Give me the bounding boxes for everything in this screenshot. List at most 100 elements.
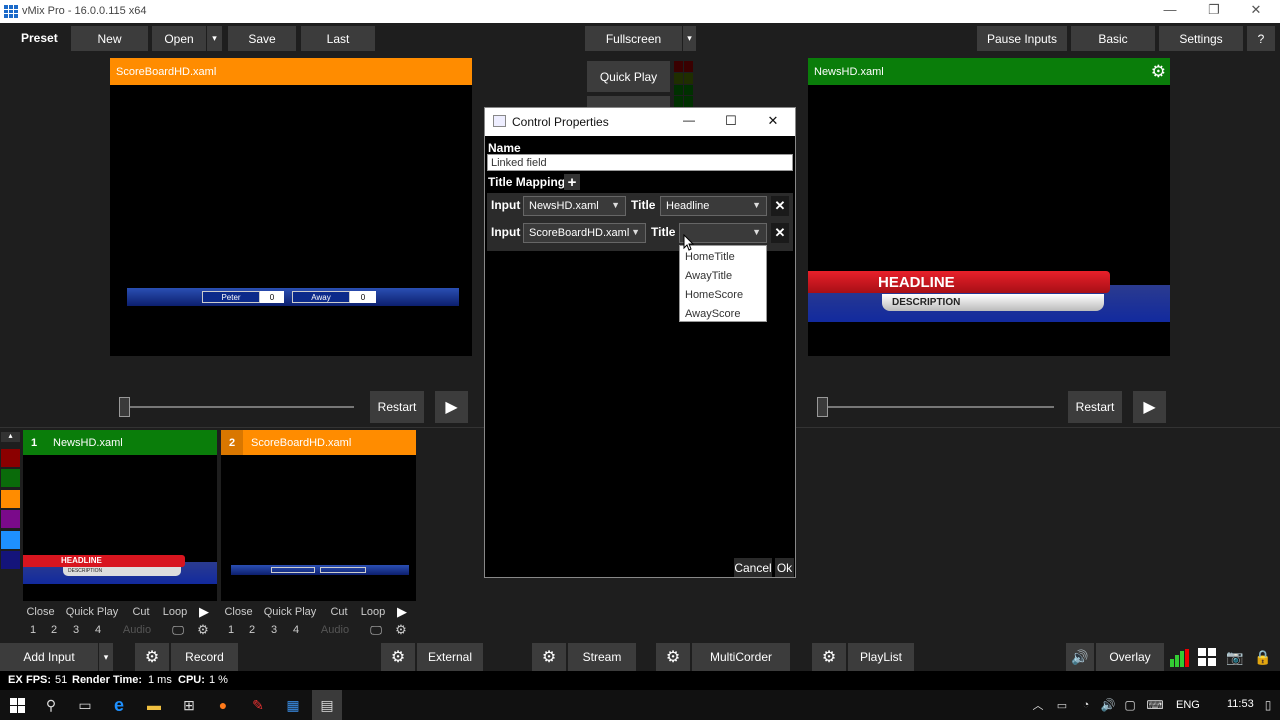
input-1-loop-button[interactable]: Loop	[156, 606, 194, 618]
collapse-palette-icon[interactable]: ▴	[1, 432, 20, 442]
external-settings-gear-icon[interactable]: ⚙	[381, 643, 415, 671]
edge-browser-icon[interactable]: e	[104, 690, 134, 720]
action-center-icon[interactable]: ▯	[1258, 690, 1278, 720]
color-swatch-navy[interactable]	[1, 551, 20, 569]
notification-icon[interactable]: ▢	[1120, 690, 1140, 720]
pause-inputs-button[interactable]: Pause Inputs	[977, 26, 1067, 51]
store-icon[interactable]: ⊞	[174, 690, 204, 720]
fullscreen-dropdown-button[interactable]: ▾	[683, 26, 696, 51]
input-2-preview[interactable]	[221, 455, 416, 601]
preset-label[interactable]: Preset	[21, 31, 58, 45]
network-icon[interactable]: ◔	[1076, 690, 1096, 720]
input-2-play-button[interactable]: ▶	[392, 604, 412, 620]
preview-position-slider[interactable]	[120, 406, 354, 408]
color-swatch-purple[interactable]	[1, 510, 20, 528]
dialog-maximize-button[interactable]: ☐	[723, 113, 739, 129]
open-button[interactable]: Open	[152, 26, 206, 51]
playlist-settings-gear-icon[interactable]: ⚙	[812, 643, 846, 671]
input-1-quick-play-button[interactable]: Quick Play	[58, 606, 126, 618]
playlist-button[interactable]: PlayList	[848, 643, 914, 671]
audio-meter-icon[interactable]	[1170, 647, 1190, 667]
record-button[interactable]: Record	[171, 643, 238, 671]
output-slider-handle[interactable]	[817, 397, 828, 417]
output-settings-gear-icon[interactable]: ⚙	[1151, 62, 1166, 82]
stream-button[interactable]: Stream	[568, 643, 636, 671]
input-2-monitor-icon[interactable]: 🖵	[363, 623, 389, 638]
input-1-close-button[interactable]: Close	[23, 606, 58, 618]
task-view-icon[interactable]: ▭	[70, 690, 100, 720]
windows-start-icon[interactable]	[2, 690, 32, 720]
color-swatch-blue[interactable]	[1, 531, 20, 549]
input-1-preview[interactable]: HEADLINE DESCRIPTION	[23, 455, 217, 601]
add-input-button[interactable]: Add Input	[0, 643, 98, 671]
input-2-overlay-1[interactable]: 1	[221, 624, 241, 636]
stream-settings-gear-icon[interactable]: ⚙	[532, 643, 566, 671]
add-input-dropdown-button[interactable]: ▾	[99, 643, 113, 671]
preview-screen[interactable]: Peter 0 Away 0	[110, 85, 472, 356]
input-2-audio-button[interactable]: Audio	[307, 624, 363, 636]
preview-slider-handle[interactable]	[119, 397, 130, 417]
multicorder-button[interactable]: MultiCorder	[692, 643, 790, 671]
search-icon[interactable]: ⚲	[36, 690, 66, 720]
last-button[interactable]: Last	[301, 26, 375, 51]
basic-button[interactable]: Basic	[1071, 26, 1155, 51]
mapping-2-remove-button[interactable]: ✕	[771, 223, 789, 243]
input-1-cut-button[interactable]: Cut	[126, 606, 156, 618]
mapping-1-remove-button[interactable]: ✕	[771, 196, 789, 216]
help-button[interactable]: ?	[1247, 26, 1275, 51]
input-1-overlay-1[interactable]: 1	[23, 624, 43, 636]
battery-icon[interactable]: ▭	[1052, 690, 1072, 720]
mapping-1-title-select[interactable]: Headline ▼	[660, 196, 767, 216]
color-swatch-red[interactable]	[1, 449, 20, 467]
input-1-overlay-2[interactable]: 2	[43, 624, 65, 636]
dropdown-option-awayscore[interactable]: AwayScore	[680, 304, 766, 323]
speaker-icon[interactable]: 🔊	[1098, 690, 1118, 720]
input-1-header[interactable]: 1 NewsHD.xaml	[23, 430, 217, 455]
tray-expand-icon[interactable]: ︿	[1028, 690, 1048, 720]
app-icon[interactable]: ✎	[243, 690, 273, 720]
color-swatch-orange[interactable]	[1, 490, 20, 508]
minimize-button[interactable]: —	[1160, 2, 1180, 20]
input-1-settings-gear-icon[interactable]: ⚙	[191, 622, 215, 638]
input-2-cut-button[interactable]: Cut	[324, 606, 354, 618]
record-settings-gear-icon[interactable]: ⚙	[135, 643, 169, 671]
multicorder-settings-gear-icon[interactable]: ⚙	[656, 643, 690, 671]
output-screen[interactable]: HEADLINE DESCRIPTION	[808, 85, 1170, 356]
input-2-quick-play-button[interactable]: Quick Play	[256, 606, 324, 618]
dialog-minimize-button[interactable]: —	[681, 113, 697, 127]
mapping-2-input-select[interactable]: ScoreBoardHD.xaml ▼	[523, 223, 646, 243]
input-1-monitor-icon[interactable]: 🖵	[165, 623, 191, 638]
name-input[interactable]	[487, 154, 793, 171]
input-1-overlay-4[interactable]: 4	[87, 624, 109, 636]
mapping-1-input-select[interactable]: NewsHD.xaml ▼	[523, 196, 626, 216]
new-button[interactable]: New	[71, 26, 148, 51]
file-explorer-icon[interactable]: ▬	[139, 690, 169, 720]
keyboard-icon[interactable]: ⌨	[1144, 690, 1166, 720]
preview-play-button[interactable]: ▶	[435, 391, 468, 423]
language-indicator[interactable]: ENG	[1176, 699, 1200, 711]
input-1-play-button[interactable]: ▶	[194, 604, 214, 620]
clock[interactable]: 11:53	[1227, 698, 1254, 710]
settings-button[interactable]: Settings	[1159, 26, 1243, 51]
input-1-audio-button[interactable]: Audio	[109, 624, 165, 636]
close-window-button[interactable]: ✕	[1246, 2, 1266, 20]
output-position-slider[interactable]	[820, 406, 1054, 408]
vmix-taskbar-icon[interactable]: ▦	[278, 690, 308, 720]
control-properties-taskbar-icon[interactable]: ▤	[312, 690, 342, 720]
output-play-button[interactable]: ▶	[1133, 391, 1166, 423]
input-2-overlay-2[interactable]: 2	[241, 624, 263, 636]
firefox-icon[interactable]: ●	[208, 690, 238, 720]
dropdown-option-awaytitle[interactable]: AwayTitle	[680, 266, 766, 285]
overlay-button[interactable]: Overlay	[1096, 643, 1164, 671]
dropdown-option-homescore[interactable]: HomeScore	[680, 285, 766, 304]
lock-icon[interactable]: 🔒	[1252, 647, 1274, 667]
quick-play-button[interactable]: Quick Play	[587, 61, 670, 92]
input-2-close-button[interactable]: Close	[221, 606, 256, 618]
cancel-button[interactable]: Cancel	[734, 558, 772, 577]
input-2-settings-gear-icon[interactable]: ⚙	[389, 622, 413, 638]
color-swatch-green[interactable]	[1, 469, 20, 487]
restore-button[interactable]: ❐	[1204, 2, 1224, 20]
input-2-overlay-3[interactable]: 3	[263, 624, 285, 636]
input-2-loop-button[interactable]: Loop	[354, 606, 392, 618]
input-2-overlay-4[interactable]: 4	[285, 624, 307, 636]
